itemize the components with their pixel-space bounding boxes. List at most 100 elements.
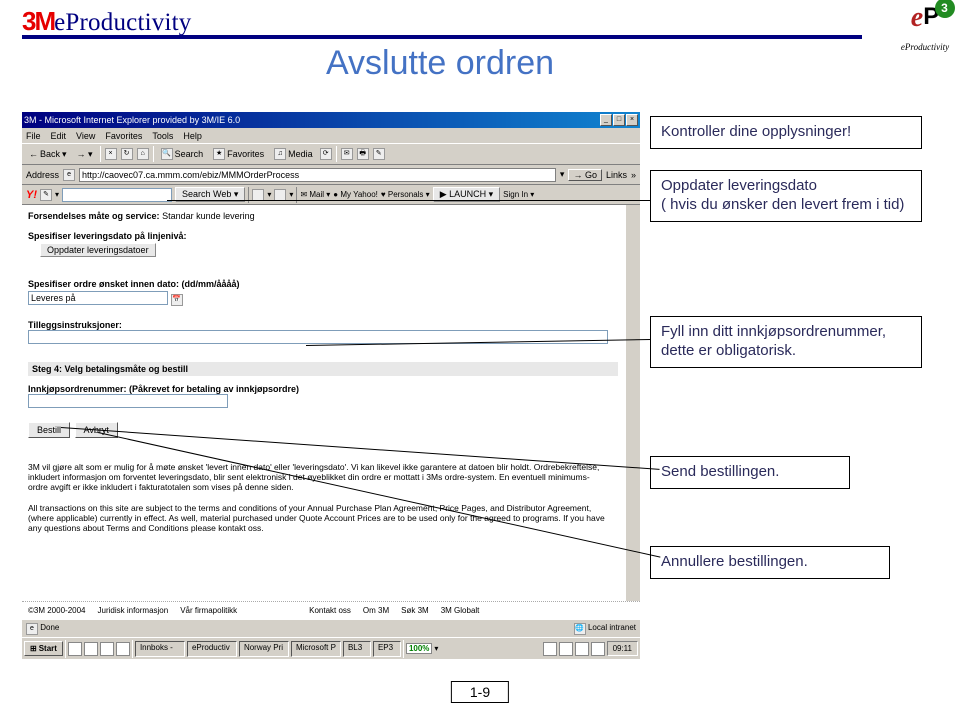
embedded-screenshot: 3M - Microsoft Internet Explorer provide… [22,112,640,645]
stop-icon[interactable]: × [105,148,117,160]
menu-view[interactable]: View [76,131,95,141]
search-label: Search [175,149,204,159]
task-app-4[interactable]: BL3 [343,641,371,657]
task-app-3[interactable]: Microsoft P [291,641,341,657]
po-number-input[interactable] [28,394,228,408]
windows-icon: ⊞ [30,644,37,653]
tray-icon-3[interactable] [575,642,589,656]
menu-tools[interactable]: Tools [152,131,173,141]
yahoo-toolbar: Y! ✎▾ Search Web ▾ ▾ ▾ ✉ Mail ▾ ● My Yah… [22,185,640,205]
yahoo-personals-button[interactable]: ♥ Personals ▾ [381,190,430,199]
quick-icon-2[interactable] [84,642,98,656]
logo-3m: 3M [22,6,54,37]
scroll-up-button[interactable]: ▲ [626,205,640,219]
favorites-button[interactable]: ★Favorites [210,147,267,161]
address-input[interactable] [79,168,556,182]
page-done-icon: e [26,623,38,635]
minimize-button[interactable]: _ [600,114,612,126]
yahoo-icon2[interactable] [274,189,286,201]
favorites-label: Favorites [227,149,264,159]
badge-3: 3 [935,0,955,18]
submit-order-button[interactable]: Bestill [28,422,70,438]
logo-left: 3M eProductivity [0,0,191,37]
menu-favorites[interactable]: Favorites [105,131,142,141]
menu-file[interactable]: File [26,131,41,141]
windows-taskbar: ⊞Start Innboks - eProductiv Norway Pri M… [22,637,640,659]
footer-link-contact[interactable]: Kontakt oss [309,606,351,615]
refresh-icon[interactable]: ↻ [121,148,133,160]
order-date-label: Spesifiser ordre ønsket innen dato: (dd/… [28,279,620,289]
extra-instructions-label: Tilleggsinstruksjoner: [28,320,620,330]
yahoo-logo-icon[interactable]: Y! [26,189,37,201]
footer-link-search[interactable]: Søk 3M [401,606,429,615]
shipping-label: Forsendelses måte og service: [28,211,160,221]
menu-help[interactable]: Help [183,131,202,141]
forward-button[interactable]: → ▾ [74,148,96,161]
footer-link-about[interactable]: Om 3M [363,606,389,615]
tray-icon-1[interactable] [543,642,557,656]
favorites-icon: ★ [213,148,225,160]
zoom-indicator[interactable]: 100% [406,643,432,654]
order-date-input[interactable] [28,291,168,305]
page-title: Avslutte ordren [0,44,960,83]
address-label: Address [26,170,59,180]
search-icon: 🔍 [161,148,173,160]
menu-edit[interactable]: Edit [51,131,67,141]
history-icon[interactable]: ⟳ [320,148,332,160]
yahoo-icon1[interactable] [252,189,264,201]
slide-header: 3M eProductivity eP 3 eProductivity [0,0,960,35]
menu-bar: File Edit View Favorites Tools Help [22,128,640,143]
spec-date-label: Spesifiser leveringsdato på linjenivå: [28,231,620,241]
page-icon: e [63,169,75,181]
links-chevron-icon[interactable]: » [631,170,636,180]
links-label[interactable]: Links [606,170,627,180]
yahoo-mail-button[interactable]: ✉ Mail ▾ [300,190,330,199]
tray-clock[interactable]: 09:11 [607,641,638,656]
window-title: 3M - Microsoft Internet Explorer provide… [24,115,240,125]
yahoo-mail-label: Mail [309,190,324,199]
shipping-value: Standar kunde levering [162,211,255,221]
yahoo-signin-label: Sign In [503,190,528,199]
update-dates-button[interactable]: Oppdater leveringsdatoer [40,243,156,257]
page-content: ▲ Forsendelses måte og service: Standar … [22,205,640,601]
media-button[interactable]: ♫Media [271,147,316,161]
maximize-button[interactable]: □ [613,114,625,126]
footer-link-legal[interactable]: Juridisk informasjon [98,606,169,615]
window-buttons: _ □ × [600,114,638,126]
callout-date: Oppdater leveringsdato ( hvis du ønsker … [650,170,922,222]
yahoo-myyahoo-button[interactable]: ● My Yahoo! [333,190,378,199]
go-button[interactable]: → Go [568,169,602,181]
footer-copyright: ©3M 2000-2004 [28,606,86,615]
yahoo-search-input[interactable] [62,188,172,202]
task-app-2[interactable]: Norway Pri [239,641,289,657]
callout-send: Send bestillingen. [650,456,850,489]
yahoo-launch-label: LAUNCH [449,189,486,199]
footer-link-global[interactable]: 3M Globalt [441,606,480,615]
tray-icon-2[interactable] [559,642,573,656]
ep-badge: eP 3 [898,2,953,42]
quick-icon-1[interactable] [68,642,82,656]
home-icon[interactable]: ⌂ [137,148,149,160]
task-app-0[interactable]: Innboks - [135,641,185,657]
close-button[interactable]: × [626,114,638,126]
edit-icon[interactable]: ✎ [373,148,385,160]
address-bar: Address e ▾ → Go Links » [22,165,640,185]
start-button[interactable]: ⊞Start [24,641,63,656]
po-number-label: Innkjøpsordrenummer: (Påkrevet for betal… [28,384,620,394]
task-app-1[interactable]: eProductiv [187,641,237,657]
leader-date [167,200,651,201]
search-button[interactable]: 🔍Search [158,147,207,161]
mail-icon[interactable]: ✉ [341,148,353,160]
status-zone: Local intranet [588,623,636,632]
yahoo-signin-button[interactable]: Sign In ▾ [503,190,534,199]
back-button[interactable]: ← Back ▾ [26,148,70,161]
tray-icon-4[interactable] [591,642,605,656]
address-dropdown-icon[interactable]: ▾ [560,169,565,180]
quick-icon-3[interactable] [100,642,114,656]
footer-link-policy[interactable]: Vår firmapolitikk [180,606,237,615]
yahoo-sword-icon[interactable]: ✎ [40,189,52,201]
task-app-5[interactable]: EP3 [373,641,401,657]
quick-icon-4[interactable] [116,642,130,656]
print-icon[interactable]: 🖶 [357,148,369,160]
calendar-icon[interactable]: 📅 [171,294,183,306]
